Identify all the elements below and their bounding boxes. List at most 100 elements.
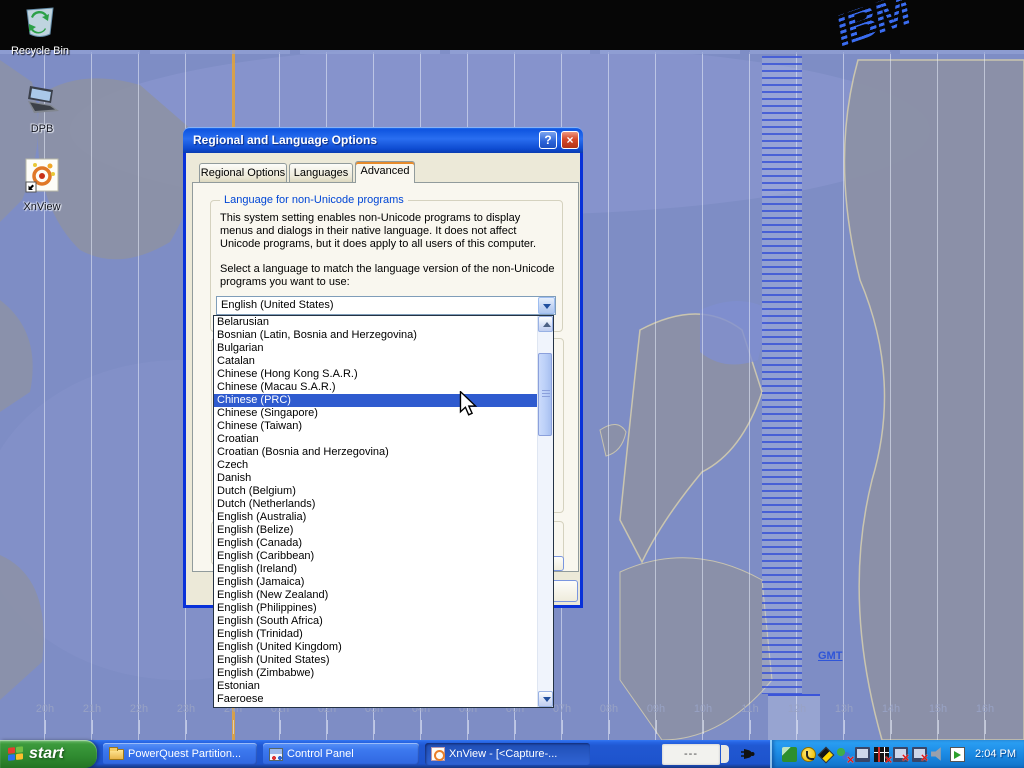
scrollbar-thumb[interactable]	[538, 353, 552, 436]
monitor-flag-icon[interactable]	[950, 747, 965, 762]
list-item[interactable]: Chinese (PRC)	[214, 394, 537, 407]
list-item[interactable]: English (Zimbabwe)	[214, 667, 537, 680]
list-item[interactable]: Bosnian (Latin, Bosnia and Herzegovina)	[214, 329, 537, 342]
hour-tick	[703, 720, 704, 734]
list-item[interactable]: Estonian	[214, 680, 537, 693]
hour-label: 23h	[169, 703, 203, 715]
dialog-titlebar[interactable]: Regional and Language Options ? ×	[183, 127, 583, 153]
tab-advanced[interactable]: Advanced	[355, 161, 415, 183]
hour-label: 13h	[827, 703, 861, 715]
network-icon[interactable]	[855, 747, 870, 762]
list-item[interactable]: Croatian (Bosnia and Herzegovina)	[214, 446, 537, 459]
list-item[interactable]: English (Canada)	[214, 537, 537, 550]
list-item[interactable]: Dutch (Belgium)	[214, 485, 537, 498]
connection-error-icon[interactable]	[912, 747, 927, 762]
hour-tick	[280, 720, 281, 734]
scroll-down-button[interactable]	[538, 691, 553, 707]
recycle-bin-icon	[23, 4, 57, 40]
non-unicode-description: This system setting enables non-Unicode …	[220, 212, 555, 251]
list-item[interactable]: English (Trinidad)	[214, 628, 537, 641]
close-button[interactable]: ×	[561, 131, 579, 149]
hour-tick	[891, 720, 892, 734]
plug-icon[interactable]	[739, 747, 756, 761]
scroll-up-icon	[543, 322, 551, 327]
list-item[interactable]: English (South Africa)	[214, 615, 537, 628]
tab-regional-options[interactable]: Regional Options	[199, 163, 287, 182]
phone-icon[interactable]	[801, 747, 816, 762]
windows-flag-icon	[8, 746, 24, 763]
desktop-icon-xnview[interactable]: XnView	[10, 158, 74, 213]
hour-label: 10h	[686, 703, 720, 715]
task-button-label: Control Panel	[287, 748, 354, 760]
safely-remove-icon[interactable]	[782, 747, 797, 762]
scroll-up-button[interactable]	[538, 316, 553, 332]
list-item[interactable]: English (Ireland)	[214, 563, 537, 576]
language-combobox[interactable]: English (United States)	[216, 296, 556, 315]
taskbar-clock[interactable]: 2:04 PM	[969, 748, 1016, 760]
users-offline-icon[interactable]	[836, 747, 851, 762]
list-scrollbar[interactable]	[537, 316, 553, 707]
list-item[interactable]: Faeroese	[214, 693, 537, 706]
desktop-icon-dpb[interactable]: DPB	[10, 84, 74, 135]
hour-label: 16h	[968, 703, 1002, 715]
list-item[interactable]: English (New Zealand)	[214, 589, 537, 602]
hour-tick	[374, 720, 375, 734]
hour-tick	[515, 720, 516, 734]
list-item[interactable]: English (Caribbean)	[214, 550, 537, 563]
thumb-grip-icon	[542, 390, 550, 391]
list-item[interactable]: English (United Kingdom)	[214, 641, 537, 654]
display-adapter-icon[interactable]	[874, 747, 889, 762]
hour-tick	[609, 720, 610, 734]
hour-tick	[186, 720, 187, 734]
list-item[interactable]: Chinese (Hong Kong S.A.R.)	[214, 368, 537, 381]
hour-tick	[797, 720, 798, 734]
taskbar-button-powerquest[interactable]: PowerQuest Partition...	[103, 743, 257, 765]
toolbar-nub[interactable]	[721, 745, 729, 763]
desktop-icon-recycle-bin[interactable]: Recycle Bin	[8, 4, 72, 57]
list-item[interactable]: English (Belize)	[214, 524, 537, 537]
start-button[interactable]: start	[0, 740, 97, 768]
taskbar-button-xnview[interactable]: XnView - [<Capture-...	[425, 743, 590, 765]
hour-label: 09h	[639, 703, 673, 715]
hour-label: 20h	[28, 703, 62, 715]
list-item[interactable]: Bulgarian	[214, 342, 537, 355]
scrollbar-track[interactable]	[538, 332, 553, 691]
hour-tick	[45, 720, 46, 734]
hour-label: 11h	[733, 703, 767, 715]
list-item[interactable]: Danish	[214, 472, 537, 485]
icon-label: DPB	[10, 123, 74, 135]
folder-icon	[109, 749, 124, 760]
hour-tick	[844, 720, 845, 734]
list-item[interactable]: Chinese (Macau S.A.R.)	[214, 381, 537, 394]
combobox-dropdown-button[interactable]	[538, 297, 555, 314]
language-list[interactable]: BelarusianBosnian (Latin, Bosnia and Her…	[213, 315, 554, 708]
network-error-icon[interactable]	[893, 747, 908, 762]
list-item[interactable]: Czech	[214, 459, 537, 472]
list-item[interactable]: Dutch (Netherlands)	[214, 498, 537, 511]
xnview-icon	[431, 747, 445, 761]
list-item[interactable]: English (Australia)	[214, 511, 537, 524]
dialog-title: Regional and Language Options	[183, 133, 539, 147]
power-meter-icon[interactable]	[818, 747, 835, 764]
hour-label: 22h	[122, 703, 156, 715]
list-item[interactable]: English (Philippines)	[214, 602, 537, 615]
volume-icon[interactable]	[931, 747, 946, 762]
list-item[interactable]: English (United States)	[214, 654, 537, 667]
list-item[interactable]: Belarusian	[214, 316, 537, 329]
list-item[interactable]: Chinese (Singapore)	[214, 407, 537, 420]
list-item[interactable]: Chinese (Taiwan)	[214, 420, 537, 433]
tab-languages[interactable]: Languages	[289, 163, 353, 182]
list-item[interactable]: Croatian	[214, 433, 537, 446]
taskbar-button-control-panel[interactable]: Control Panel	[263, 743, 419, 765]
apply-button-sliver[interactable]	[550, 580, 578, 602]
list-item[interactable]: English (Jamaica)	[214, 576, 537, 589]
help-button[interactable]: ?	[539, 131, 557, 149]
taskbar-toolbar-button[interactable]: ---	[662, 744, 720, 765]
hour-tick	[468, 720, 469, 734]
laptop-icon	[21, 84, 63, 118]
list-item[interactable]: Catalan	[214, 355, 537, 368]
start-button-label: start	[29, 745, 64, 763]
hour-label: 12h	[780, 703, 814, 715]
hour-tick	[233, 720, 234, 734]
chevron-down-icon	[543, 304, 551, 309]
